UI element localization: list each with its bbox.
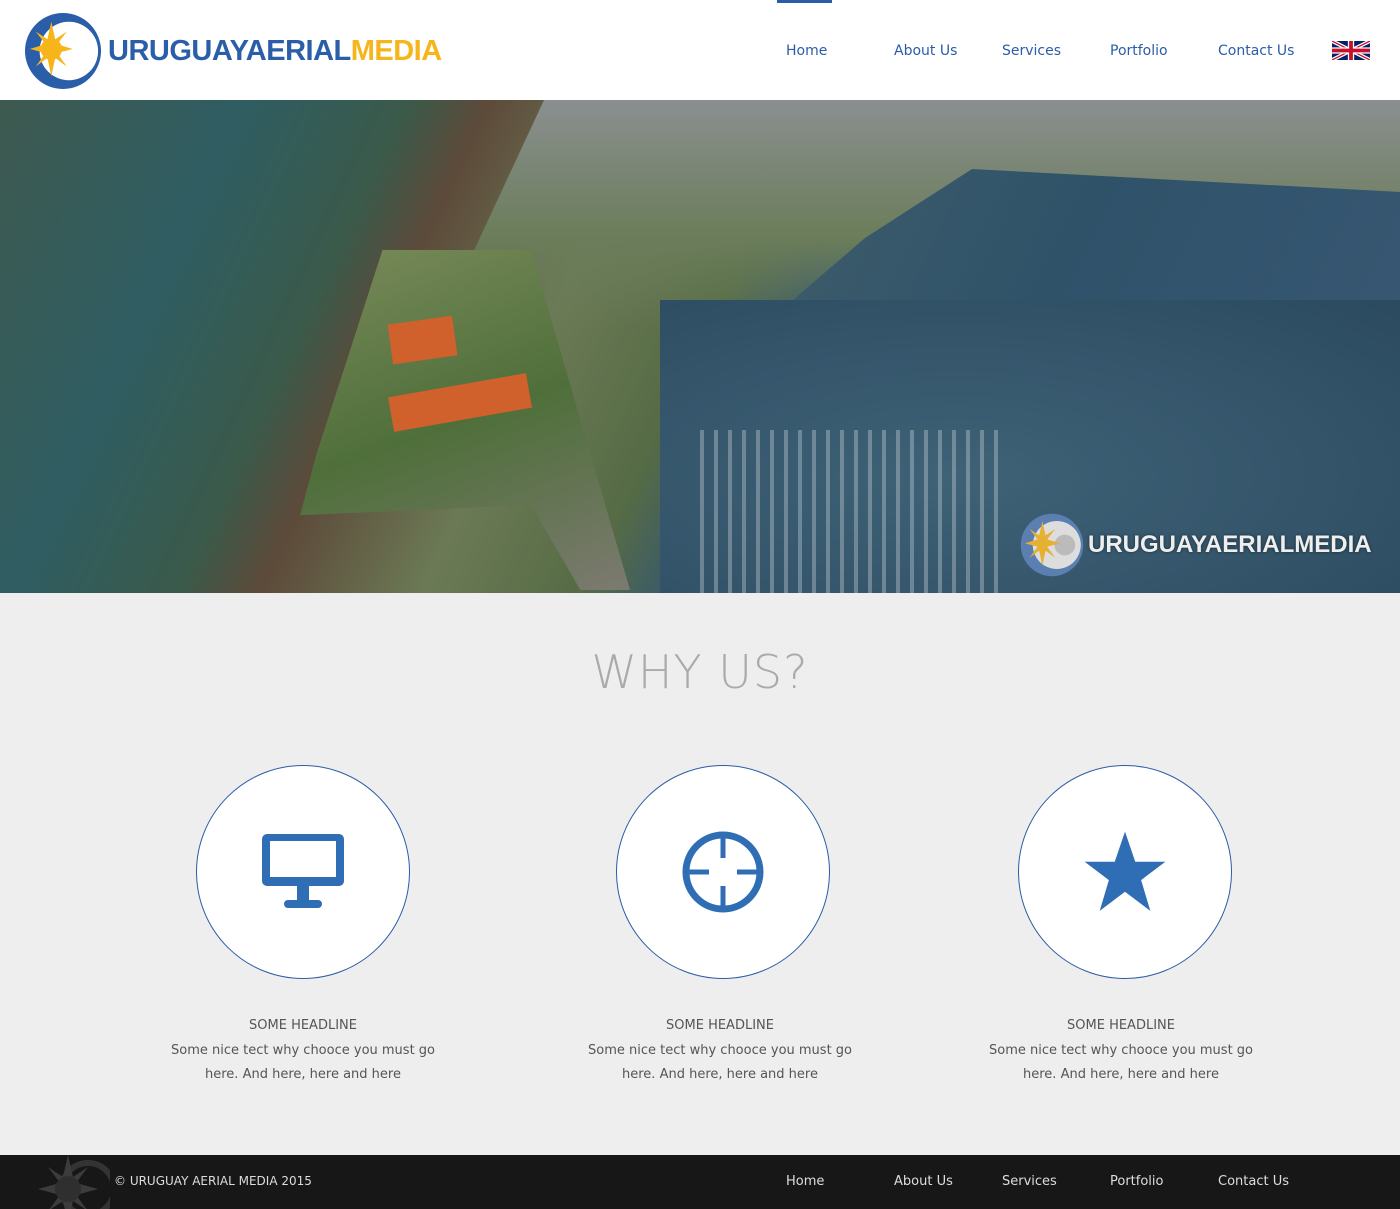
hero-aerial-image: URUGUAYAERIALMEDIA [0,100,1400,593]
feature-icon-circle [196,765,410,979]
feature-text: Some nice tect why chooce you must go he… [588,1043,852,1082]
sun-logo-icon [38,1155,110,1209]
feature-icon-circle [616,765,830,979]
feature-headline: SOME HEADLINE [666,1018,774,1033]
monitor-icon [262,834,344,908]
site-header: URUGUAYAERIALMEDIA Home About Us Service… [0,0,1400,100]
star-icon [1084,831,1166,911]
nav-home[interactable]: Home [786,43,827,59]
feature-headline: SOME HEADLINE [249,1018,357,1033]
footer-nav-about-us[interactable]: About Us [894,1174,953,1189]
feature-headline: SOME HEADLINE [1067,1018,1175,1033]
feature-card: SOME HEADLINE Some nice tect why chooce … [971,765,1271,1087]
logo-text: URUGUAYAERIALMEDIA [108,34,442,67]
copyright: © URUGUAY AERIAL MEDIA 2015 [114,1174,312,1188]
marina-boats [700,430,1000,593]
site-footer: © URUGUAY AERIAL MEDIA 2015 Home About U… [0,1155,1400,1209]
feature-text: Some nice tect why chooce you must go he… [989,1043,1253,1082]
section-title: WHY US? [591,645,809,699]
footer-nav-contact-us[interactable]: Contact Us [1218,1174,1289,1189]
crosshair-icon [682,831,764,913]
hero-watermark-text: URUGUAYAERIALMEDIA [1088,531,1372,558]
nav-about-us[interactable]: About Us [894,43,957,59]
feature-card: SOME HEADLINE Some nice tect why chooce … [570,765,870,1087]
site-logo[interactable]: URUGUAYAERIALMEDIA [24,12,442,90]
nav-contact-us[interactable]: Contact Us [1218,43,1294,59]
active-nav-indicator [777,0,832,3]
footer-nav-home[interactable]: Home [786,1174,824,1189]
hero-watermark: URUGUAYAERIALMEDIA [1020,513,1372,577]
footer-nav-services[interactable]: Services [1002,1174,1057,1189]
feature-icon-circle [1018,765,1232,979]
footer-nav-portfolio[interactable]: Portfolio [1110,1174,1163,1189]
nav-services[interactable]: Services [1002,43,1061,59]
feature-card: SOME HEADLINE Some nice tect why chooce … [153,765,453,1087]
feature-text: Some nice tect why chooce you must go he… [171,1043,435,1082]
sun-logo-icon [24,12,102,90]
nav-portfolio[interactable]: Portfolio [1110,43,1168,59]
uk-flag-icon[interactable] [1332,41,1370,60]
sun-logo-icon [1020,513,1084,577]
